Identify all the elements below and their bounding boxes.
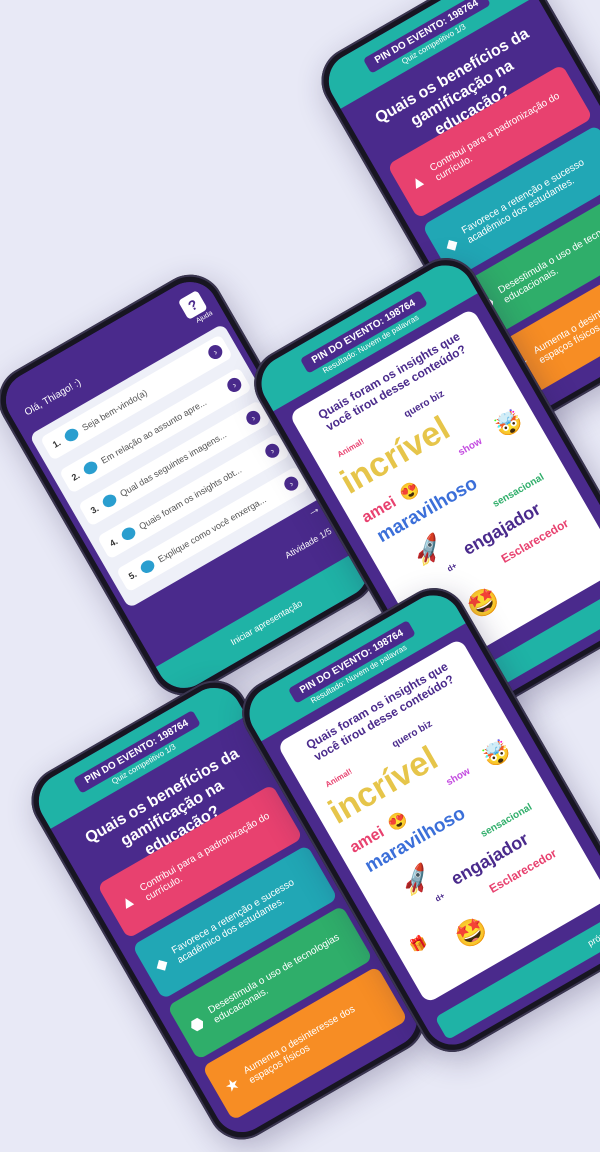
word: sensacional	[491, 471, 547, 510]
chevron-right-icon: ›	[281, 474, 301, 494]
word: d+	[433, 891, 447, 904]
word: show	[444, 765, 473, 789]
rocket-icon: 🚀	[409, 531, 449, 570]
rocket-icon: 🚀	[397, 861, 437, 900]
chevron-right-icon: ›	[205, 342, 225, 362]
star-struck-emoji-icon: 🤩	[449, 911, 493, 954]
activity-counter: Atividade 1/5	[283, 525, 334, 561]
diamond-icon: ◆	[152, 954, 172, 976]
gift-emoji-icon: 🎁	[406, 932, 430, 956]
triangle-icon: ▲	[116, 891, 139, 914]
word: show	[456, 435, 485, 459]
word: d+	[445, 561, 459, 574]
chevron-right-icon: ›	[224, 375, 244, 395]
mind-blown-emoji-icon: 🤯	[490, 406, 527, 442]
word: sensacional	[479, 801, 535, 840]
chevron-right-icon: ›	[262, 441, 282, 461]
diamond-icon: ◆	[442, 234, 462, 256]
star-icon: ★	[222, 1074, 244, 1097]
chevron-right-icon: ›	[243, 408, 263, 428]
octagon-icon: ⬣	[187, 1014, 208, 1037]
triangle-icon: ▲	[406, 171, 429, 194]
mind-blown-emoji-icon: 🤯	[478, 736, 515, 772]
